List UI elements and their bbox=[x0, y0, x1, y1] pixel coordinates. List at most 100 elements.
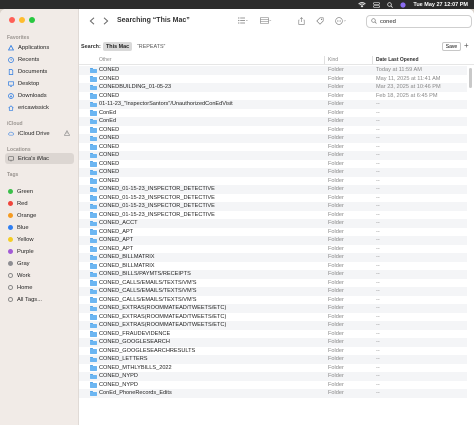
back-button[interactable] bbox=[89, 17, 95, 27]
sidebar-tag-item[interactable]: Yellow bbox=[5, 234, 74, 245]
file-row[interactable]: CONED_ACCT Folder -- bbox=[79, 219, 467, 228]
zoom-button[interactable] bbox=[29, 17, 35, 23]
column-divider[interactable] bbox=[372, 56, 373, 64]
vertical-scrollbar[interactable] bbox=[468, 66, 472, 425]
file-row[interactable]: CONED Folder Today at 11:59 AM bbox=[79, 66, 467, 75]
file-row[interactable]: CONED_APT Folder -- bbox=[79, 228, 467, 237]
file-row[interactable]: CONED Folder -- bbox=[79, 143, 467, 152]
column-name[interactable]: Other bbox=[99, 57, 112, 63]
column-divider[interactable] bbox=[324, 56, 325, 64]
minimize-button[interactable] bbox=[19, 17, 25, 23]
search-field[interactable] bbox=[366, 15, 472, 28]
file-name: CONED_EXTRAS(ROOMMATEAD/TWEETS/ETC) bbox=[99, 305, 227, 312]
sidebar-item-home[interactable]: ericawissick bbox=[5, 102, 74, 113]
folder-icon bbox=[90, 101, 97, 107]
share-icon[interactable] bbox=[298, 17, 305, 27]
file-row[interactable]: CONED_APT Folder -- bbox=[79, 245, 467, 254]
file-row[interactable]: CONED_01-15-23_INSPECTOR_DETECTIVE Folder… bbox=[79, 194, 467, 203]
sidebar-item-recents[interactable]: Recents bbox=[5, 54, 74, 65]
file-row[interactable]: CONED_EXTRAS(ROOMMATEAD/TWEETS/ETC) Folde… bbox=[79, 313, 467, 322]
close-button[interactable] bbox=[9, 17, 15, 23]
sidebar-tag-item[interactable]: Green bbox=[5, 186, 74, 197]
file-kind: Folder bbox=[328, 84, 344, 91]
column-date-last-opened[interactable]: Date Last Opened bbox=[376, 57, 419, 63]
file-row[interactable]: CONEDBUILDING_01-05-23 Folder Mar 23, 2025… bbox=[79, 83, 467, 92]
file-row[interactable]: CONED_GOOGLESEARCHRESULTS Folder -- bbox=[79, 347, 467, 356]
tag-icon[interactable] bbox=[316, 17, 324, 27]
file-row[interactable]: CONED_BILLMATRIX Folder -- bbox=[79, 253, 467, 262]
file-row[interactable]: CONED_APT Folder -- bbox=[79, 236, 467, 245]
folder-icon bbox=[90, 305, 97, 311]
file-row[interactable]: CONED_BILLS/PAYMTS/RECEIPTS Folder -- bbox=[79, 270, 467, 279]
finder-window: Favorites Applications Recents Documents… bbox=[0, 9, 474, 425]
control-center-icon[interactable] bbox=[373, 1, 381, 8]
sidebar-tag-item[interactable]: Gray bbox=[5, 258, 74, 269]
file-row[interactable]: 01-11-23_"InspectorSantors"/Unauthorized… bbox=[79, 100, 467, 109]
siri-icon[interactable] bbox=[400, 1, 406, 8]
more-actions-icon[interactable] bbox=[335, 17, 347, 27]
file-row[interactable]: ConEd Folder -- bbox=[79, 109, 467, 118]
file-row[interactable]: CONED_CALLS/EMAILS/TEXTS/VM'S Folder -- bbox=[79, 296, 467, 305]
forward-button[interactable] bbox=[103, 17, 109, 27]
file-row[interactable]: CONED_LETTERS Folder -- bbox=[79, 355, 467, 364]
file-kind: Folder bbox=[328, 322, 344, 329]
search-input[interactable] bbox=[380, 18, 460, 25]
sidebar-item-applications[interactable]: Applications bbox=[5, 42, 74, 53]
window-controls bbox=[9, 17, 35, 23]
file-row[interactable]: CONED Folder May 11, 2025 at 11:41 AM bbox=[79, 75, 467, 84]
file-row[interactable]: CONED_CALLS/EMAILS/TEXTS/VM'S Folder -- bbox=[79, 287, 467, 296]
add-criteria-button[interactable]: + bbox=[464, 42, 469, 50]
list-view-icon[interactable] bbox=[238, 17, 248, 26]
file-row[interactable]: CONED_CALLS/EMAILS/TEXTS/VM'S Folder -- bbox=[79, 279, 467, 288]
file-row[interactable]: CONED Folder -- bbox=[79, 160, 467, 169]
wifi-icon[interactable] bbox=[358, 1, 367, 8]
save-search-button[interactable]: Save bbox=[442, 42, 461, 51]
sidebar-tag-item[interactable]: All Tags... bbox=[5, 294, 74, 305]
scope-repeats[interactable]: “REPEATS” bbox=[134, 42, 168, 51]
file-row[interactable]: CONED_BILLMATRIX Folder -- bbox=[79, 262, 467, 271]
file-row[interactable]: CONED Folder -- bbox=[79, 151, 467, 160]
file-row[interactable]: CONED_GOOGLESEARCH Folder -- bbox=[79, 338, 467, 347]
file-list: CONED Folder Today at 11:59 AM CONED Folder M… bbox=[79, 66, 467, 425]
folder-icon bbox=[90, 186, 97, 192]
tag-color-dot bbox=[8, 213, 13, 218]
search-scope-label: Search: bbox=[81, 44, 101, 50]
folder-icon bbox=[90, 212, 97, 218]
file-row[interactable]: CONED_FRAUDEVIDENCE Folder -- bbox=[79, 330, 467, 339]
file-row[interactable]: CONED Folder Feb 18, 2025 at 6:45 PM bbox=[79, 92, 467, 101]
sidebar-item-downloads[interactable]: Downloads bbox=[5, 90, 74, 101]
file-row[interactable]: CONED_01-15-23_INSPECTOR_DETECTIVE Folder… bbox=[79, 185, 467, 194]
sidebar-tag-item[interactable]: Purple bbox=[5, 246, 74, 257]
group-icon[interactable] bbox=[260, 17, 272, 26]
file-name: CONED_MTHLYBILLS_2022 bbox=[99, 364, 172, 371]
menubar-clock[interactable]: Tue May 27 12:07 PM bbox=[413, 2, 468, 8]
sidebar-item-documents[interactable]: Documents bbox=[5, 66, 74, 77]
sidebar-tag-item[interactable]: Orange bbox=[5, 210, 74, 221]
file-row[interactable]: CONED_01-15-23_INSPECTOR_DETECTIVE Folder… bbox=[79, 211, 467, 220]
sidebar-tag-item[interactable]: Work bbox=[5, 270, 74, 281]
file-row[interactable]: ConEd Folder -- bbox=[79, 117, 467, 126]
file-row[interactable]: CONED_NYPD Folder -- bbox=[79, 381, 467, 390]
file-row[interactable]: CONED_EXTRAS(ROOMMATEAD/TWEETS/ETC) Folde… bbox=[79, 304, 467, 313]
file-row[interactable]: ConEd_PhoneRecords_Edits Folder -- bbox=[79, 389, 467, 398]
file-row[interactable]: CONED_01-15-23_INSPECTOR_DETECTIVE Folder… bbox=[79, 202, 467, 211]
file-row[interactable]: CONED Folder -- bbox=[79, 126, 467, 135]
file-row[interactable]: CONED Folder -- bbox=[79, 134, 467, 143]
file-row[interactable]: CONED_EXTRAS(ROOMMATEAD/TWEETS/ETC) Folde… bbox=[79, 321, 467, 330]
sidebar-tag-item[interactable]: Red bbox=[5, 198, 74, 209]
file-name: CONED bbox=[99, 135, 120, 142]
scroll-thumb[interactable] bbox=[468, 68, 472, 88]
file-row[interactable]: CONED Folder -- bbox=[79, 177, 467, 186]
spotlight-icon[interactable] bbox=[387, 1, 394, 8]
sidebar-item-icloud-drive[interactable]: iCloud Drive bbox=[5, 128, 74, 139]
sidebar-tag-item[interactable]: Blue bbox=[5, 222, 74, 233]
file-row[interactable]: CONED_MTHLYBILLS_2022 Folder -- bbox=[79, 364, 467, 373]
scope-this-mac[interactable]: This Mac bbox=[103, 42, 133, 51]
sidebar-item-desktop[interactable]: Desktop bbox=[5, 78, 74, 89]
file-date-last-opened: -- bbox=[376, 220, 380, 227]
file-row[interactable]: CONED Folder -- bbox=[79, 168, 467, 177]
sidebar-item-imac[interactable]: Erica's iMac bbox=[5, 153, 74, 164]
sidebar-tag-item[interactable]: Home bbox=[5, 282, 74, 293]
file-row[interactable]: CONED_NYPD Folder -- bbox=[79, 372, 467, 381]
column-kind[interactable]: Kind bbox=[328, 57, 338, 63]
